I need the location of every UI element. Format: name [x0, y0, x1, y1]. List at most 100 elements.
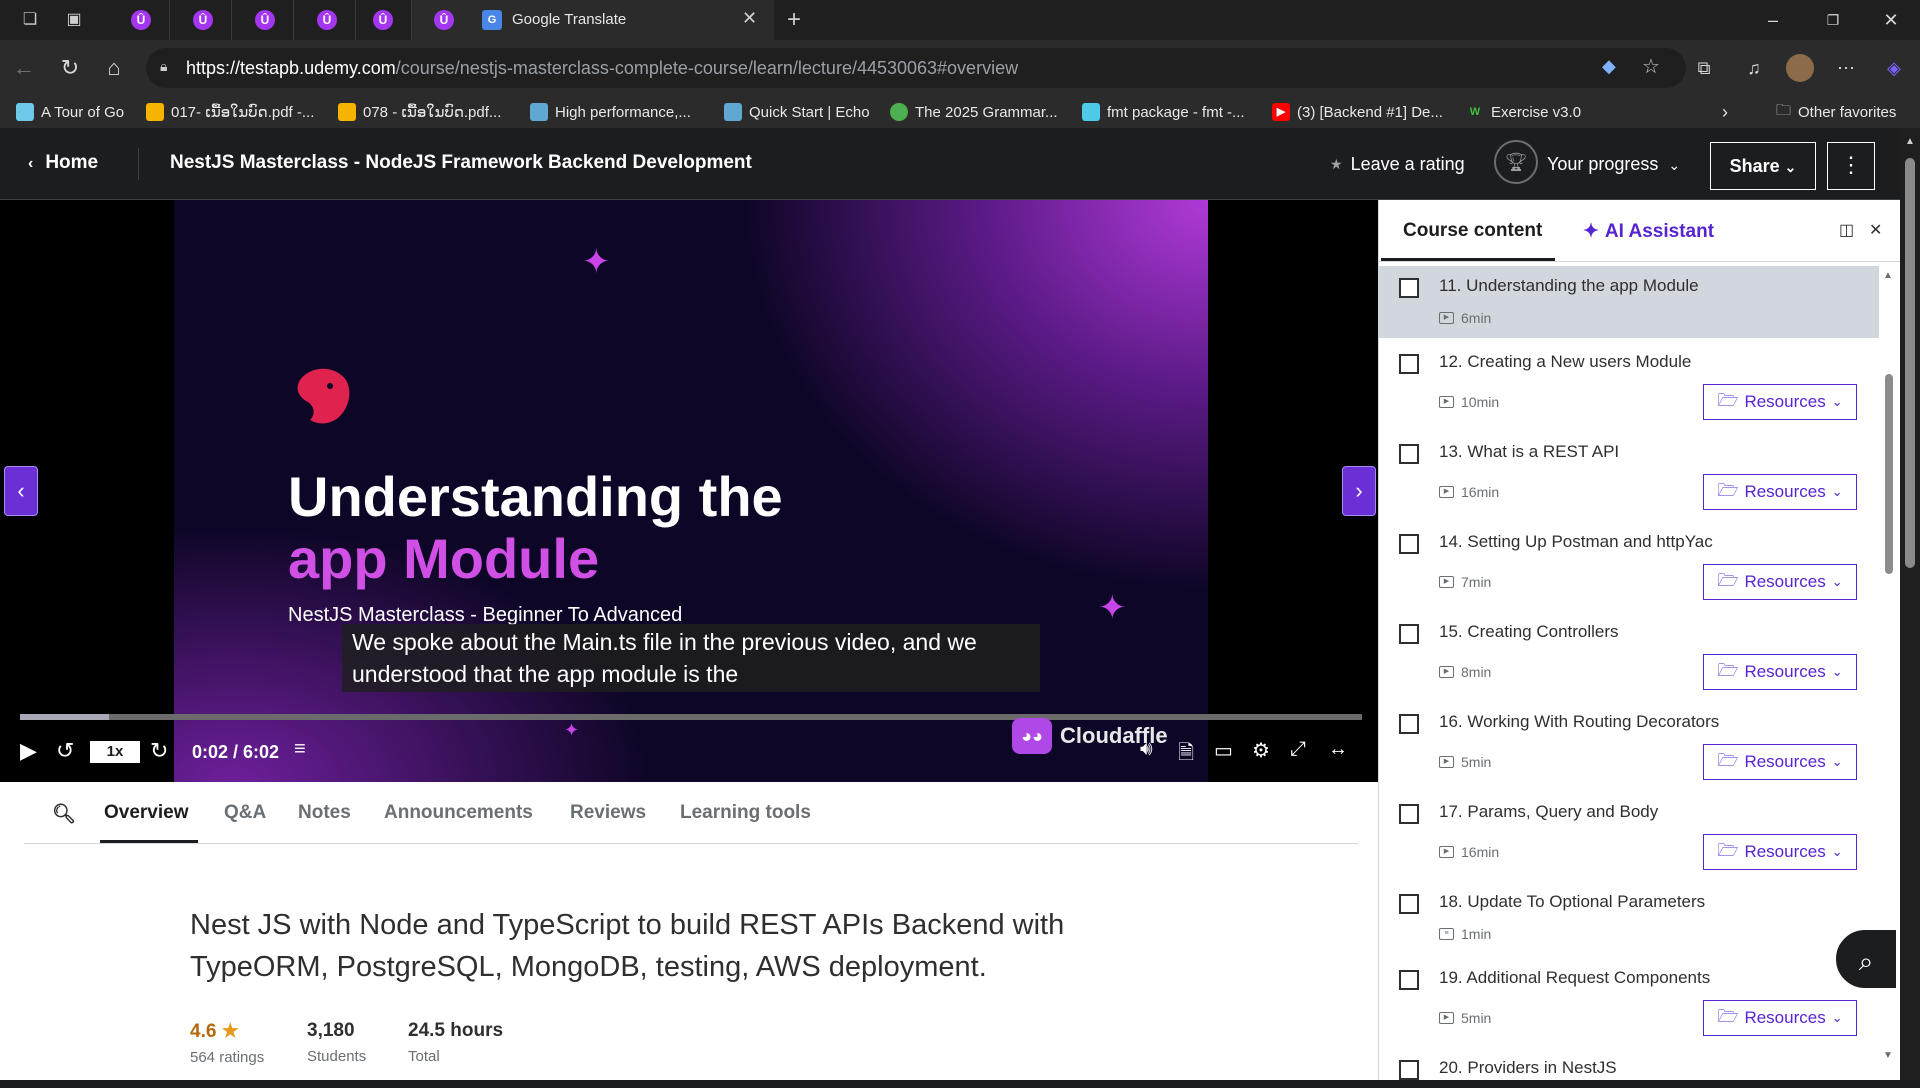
scroll-up-icon[interactable]: ▲	[1883, 270, 1893, 281]
workspaces-icon[interactable]: ❏	[18, 8, 42, 32]
close-tab-icon[interactable]: ✕	[742, 8, 757, 29]
tab-course-content[interactable]: Course content	[1403, 220, 1542, 242]
lecture-item[interactable]: 19. Additional Request Components ▶ 5min 🗁 R…	[1379, 958, 1879, 1048]
lecture-item[interactable]: 12. Creating a New users Module ▶ 10min 🗁 Re…	[1379, 342, 1879, 432]
bookmarks-overflow-icon[interactable]: ›	[1722, 100, 1728, 124]
fullscreen-icon[interactable]: ⤢	[1290, 738, 1306, 761]
lecture-checkbox[interactable]	[1399, 894, 1419, 914]
lecture-item[interactable]: 14. Setting Up Postman and httpYac ▶ 7min 🗁…	[1379, 522, 1879, 612]
more-options-button[interactable]: ⋮	[1827, 142, 1875, 190]
resources-button[interactable]: 🗁 Resources ⌄	[1703, 654, 1857, 690]
video-player[interactable]: ✦ ✦ ✦ Understanding the app Module NestJ…	[0, 200, 1378, 782]
window-scrollbar[interactable]: ▲	[1900, 128, 1920, 1080]
previous-lecture-button[interactable]: ‹	[4, 466, 38, 516]
your-progress-button[interactable]: Your progress ⌄	[1547, 154, 1680, 175]
browser-tab-google-translate[interactable]: Û G Google Translate ✕	[412, 0, 774, 40]
browser-tab-udemy-4[interactable]: Û	[294, 0, 356, 40]
tab-notes[interactable]: Notes	[298, 802, 351, 824]
favorite-star-icon[interactable]: ☆	[1642, 54, 1660, 79]
browser-tab-udemy-2[interactable]: Û	[170, 0, 232, 40]
tab-actions-icon[interactable]: ▣	[62, 8, 86, 32]
transcript-icon[interactable]: 🗎	[1178, 738, 1194, 772]
lecture-checkbox[interactable]	[1399, 354, 1419, 374]
minimize-icon[interactable]: –	[1758, 6, 1788, 34]
tab-learning-tools[interactable]: Learning tools	[680, 802, 811, 824]
notes-icon[interactable]: ≡	[294, 738, 306, 761]
bookmark-3[interactable]: High performance,...	[530, 100, 691, 124]
reload-icon[interactable]: ↻	[56, 54, 84, 82]
lecture-item[interactable]: 13. What is a REST API ▶ 16min 🗁 Resources ⌄	[1379, 432, 1879, 522]
home-icon[interactable]: ⌂	[100, 54, 128, 82]
close-sidebar-icon[interactable]: ✕	[1869, 220, 1882, 240]
lecture-item[interactable]: 16. Working With Routing Decorators ▶ 5min…	[1379, 702, 1879, 792]
bookmark-1[interactable]: 017- ເນື້ອໃນບົດ.pdf -...	[146, 100, 314, 124]
scroll-down-icon[interactable]: ▼	[1883, 1050, 1893, 1061]
home-link[interactable]: ‹ Home	[28, 152, 98, 174]
copilot-icon[interactable]: ◈	[1880, 54, 1908, 82]
maximize-icon[interactable]: ❐	[1818, 6, 1848, 34]
new-tab-icon[interactable]: +	[782, 8, 806, 32]
resources-button[interactable]: 🗁 Resources ⌄	[1703, 1000, 1857, 1036]
resources-button[interactable]: 🗁 Resources ⌄	[1703, 474, 1857, 510]
lecture-item[interactable]: 11. Understanding the app Module ▶ 6min	[1379, 266, 1879, 338]
tab-overview[interactable]: Overview	[104, 802, 189, 824]
profile-avatar[interactable]	[1786, 54, 1814, 82]
browser-tab-udemy-5[interactable]: Û	[350, 0, 412, 40]
lecture-item[interactable]: 20. Providers in NestJS	[1379, 1048, 1879, 1088]
bookmark-5[interactable]: The 2025 Grammar...	[890, 100, 1058, 124]
tab-ai-assistant[interactable]: ✦ AI Assistant	[1583, 220, 1714, 243]
tab-qa[interactable]: Q&A	[224, 802, 266, 824]
url-field[interactable]: 🔒︎ https://testapb.udemy.com/course/nest…	[146, 48, 1686, 88]
settings-gear-icon[interactable]: ⚙	[1252, 738, 1270, 763]
lecture-item[interactable]: 15. Creating Controllers ▶ 8min 🗁 Resources ⌄	[1379, 612, 1879, 702]
share-button[interactable]: Share ⌄	[1710, 142, 1816, 190]
volume-icon[interactable]: 🔊︎	[1140, 738, 1153, 761]
other-favorites[interactable]: 🗀 Other favorites	[1776, 100, 1896, 124]
expand-icon[interactable]: ↔	[1328, 738, 1348, 761]
scroll-up-icon[interactable]: ▲	[1905, 136, 1915, 147]
playback-speed-button[interactable]: 1x	[90, 741, 140, 763]
lecture-item[interactable]: 17. Params, Query and Body ▶ 16min 🗁 Resourc…	[1379, 792, 1879, 882]
lecture-checkbox[interactable]	[1399, 804, 1419, 824]
browser-tab-udemy-3[interactable]: Û	[232, 0, 294, 40]
site-info-icon[interactable]: 🔒︎	[160, 58, 176, 76]
lecture-checkbox[interactable]	[1399, 714, 1419, 734]
close-window-icon[interactable]: ✕	[1876, 6, 1906, 34]
extensions-icon[interactable]: ⧉	[1690, 54, 1718, 82]
bookmark-8[interactable]: W Exercise v3.0	[1466, 100, 1581, 124]
browser-tab-udemy-1[interactable]: Û	[108, 0, 170, 40]
media-icon[interactable]: ♫	[1740, 54, 1768, 82]
scroll-thumb[interactable]	[1885, 374, 1893, 574]
rewind-icon[interactable]: ↺	[56, 738, 74, 764]
resources-button[interactable]: 🗁 Resources ⌄	[1703, 834, 1857, 870]
scroll-thumb[interactable]	[1905, 158, 1915, 568]
back-icon[interactable]: ←	[10, 54, 38, 82]
bookmark-4[interactable]: Quick Start | Echo	[724, 100, 870, 124]
bookmark-6[interactable]: fmt package - fmt -...	[1082, 100, 1245, 124]
forward-icon[interactable]: ↻	[150, 738, 168, 764]
lecture-checkbox[interactable]	[1399, 970, 1419, 990]
lecture-checkbox[interactable]	[1399, 1060, 1419, 1080]
search-icon[interactable]: 🔍︎	[52, 802, 76, 826]
lecture-checkbox[interactable]	[1399, 278, 1419, 298]
course-title[interactable]: NestJS Masterclass - NodeJS Framework Ba…	[170, 152, 752, 174]
bookmark-7[interactable]: ▶ (3) [Backend #1] De...	[1272, 100, 1443, 124]
next-lecture-button[interactable]: ›	[1342, 466, 1376, 516]
resources-button[interactable]: 🗁 Resources ⌄	[1703, 564, 1857, 600]
lecture-item[interactable]: 18. Update To Optional Parameters ≡ 1min	[1379, 882, 1879, 958]
lecture-checkbox[interactable]	[1399, 624, 1419, 644]
play-icon[interactable]: ▶	[20, 738, 37, 764]
resources-button[interactable]: 🗁 Resources ⌄	[1703, 744, 1857, 780]
more-menu-icon[interactable]: ⋯	[1832, 54, 1860, 82]
bookmark-0[interactable]: A Tour of Go	[16, 100, 124, 124]
tab-announcements[interactable]: Announcements	[384, 802, 533, 824]
dock-panel-icon[interactable]: ◫	[1839, 220, 1854, 240]
lecture-checkbox[interactable]	[1399, 534, 1419, 554]
code-assistant-fab[interactable]: ⌕	[1834, 928, 1898, 990]
resources-button[interactable]: 🗁 Resources ⌄	[1703, 384, 1857, 420]
tab-reviews[interactable]: Reviews	[570, 802, 646, 824]
captions-icon[interactable]: ▭	[1214, 738, 1233, 763]
leave-rating-button[interactable]: ★ Leave a rating	[1330, 154, 1465, 175]
tag-icon[interactable]: ◆	[1602, 56, 1616, 77]
lecture-checkbox[interactable]	[1399, 444, 1419, 464]
